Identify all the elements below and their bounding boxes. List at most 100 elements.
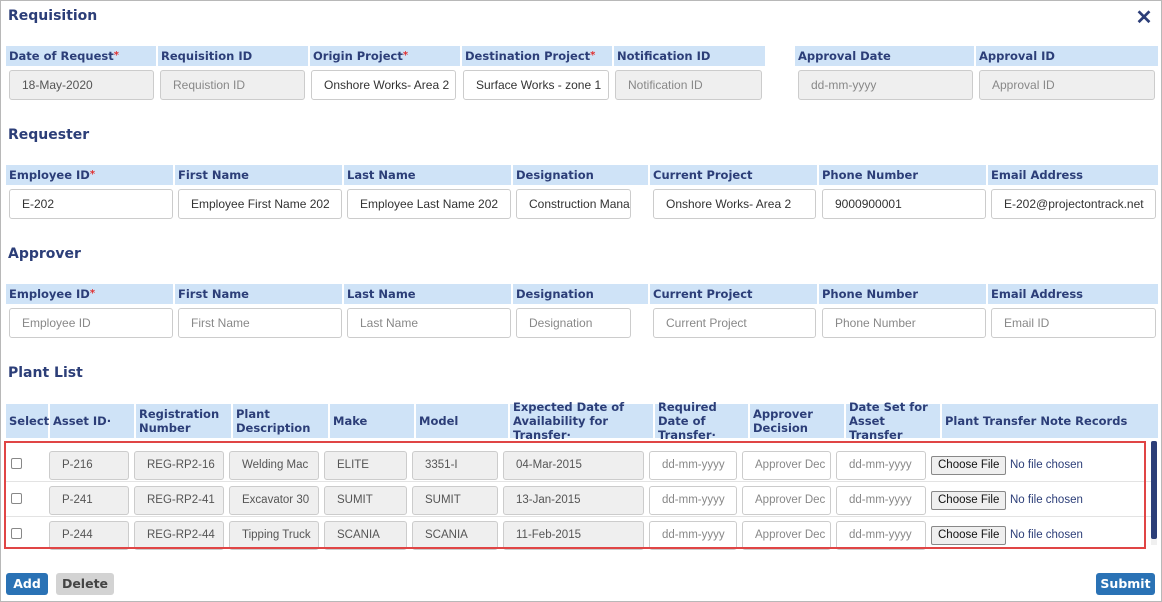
approver-header-current-project: Current Project bbox=[650, 284, 819, 304]
required-date-field[interactable]: dd-mm-yyyy bbox=[649, 486, 737, 515]
plant-description-field[interactable]: Welding Mac bbox=[229, 451, 319, 480]
plant-list-section-title: Plant List bbox=[8, 365, 83, 381]
plant-header-approver-decision: Approver Decision bbox=[750, 404, 846, 438]
model-field[interactable]: SCANIA bbox=[412, 521, 498, 550]
approver-current-project-field[interactable]: Current Project bbox=[653, 308, 816, 338]
approver-last-name-field[interactable]: Last Name bbox=[347, 308, 511, 338]
date-set-field[interactable]: dd-mm-yyyy bbox=[836, 521, 926, 550]
plant-list-header-row: Select Asset ID· Registration Number Pla… bbox=[6, 400, 1158, 442]
requisition-section-title: Requisition bbox=[8, 8, 98, 24]
row-select-checkbox[interactable] bbox=[11, 458, 22, 469]
header-date-of-request: Date of Request* bbox=[6, 46, 158, 66]
file-status-label: No file chosen bbox=[1010, 459, 1083, 471]
header-destination-project: Destination Project* bbox=[462, 46, 614, 66]
close-icon[interactable]: ✕ bbox=[1135, 8, 1153, 28]
approver-header-row: Employee ID* First Name Last Name Design… bbox=[6, 284, 1158, 304]
model-field[interactable]: 3351-I bbox=[412, 451, 498, 480]
requester-email-field[interactable]: E-202@projectontrack.net bbox=[991, 189, 1156, 219]
destination-project-field[interactable]: Surface Works - zone 1 bbox=[463, 70, 609, 100]
plant-description-field[interactable]: Tipping Truck bbox=[229, 521, 319, 550]
expected-date-field[interactable]: 11-Feb-2015 bbox=[503, 521, 644, 550]
plant-header-make: Make bbox=[330, 404, 416, 438]
submit-button[interactable]: Submit bbox=[1096, 573, 1155, 595]
header-approval-id: Approval ID bbox=[979, 49, 1055, 63]
requester-section-title: Requester bbox=[8, 127, 90, 143]
choose-file-button[interactable]: Choose File bbox=[931, 491, 1007, 510]
requester-current-project-field[interactable]: Onshore Works- Area 2 bbox=[653, 189, 816, 219]
asset-id-field[interactable]: P-216 bbox=[49, 451, 129, 480]
plant-header-select: Select bbox=[6, 404, 50, 438]
scrollbar-thumb[interactable] bbox=[1151, 441, 1157, 539]
header-origin-project: Origin Project* bbox=[310, 46, 462, 66]
approver-employee-id-field[interactable]: Employee ID bbox=[9, 308, 173, 338]
approver-header-designation: Designation bbox=[513, 284, 650, 304]
requester-last-name-field[interactable]: Employee Last Name 202 bbox=[347, 189, 511, 219]
choose-file-button[interactable]: Choose File bbox=[931, 526, 1007, 545]
required-date-field[interactable]: dd-mm-yyyy bbox=[649, 521, 737, 550]
registration-number-field[interactable]: REG-RP2-44 bbox=[134, 521, 224, 550]
plant-header-transfer-note-records: Plant Transfer Note Records bbox=[945, 414, 1128, 428]
requester-header-employee-id: Employee ID* bbox=[6, 165, 175, 185]
requester-employee-id-field[interactable]: E-202 bbox=[9, 189, 173, 219]
approver-decision-field[interactable]: Approver Dec bbox=[742, 486, 831, 515]
choose-file-button[interactable]: Choose File bbox=[931, 456, 1007, 475]
date-set-field[interactable]: dd-mm-yyyy bbox=[836, 451, 926, 480]
make-field[interactable]: ELITE bbox=[324, 451, 407, 480]
requester-header-designation: Designation bbox=[513, 165, 650, 185]
approver-designation-field[interactable]: Designation bbox=[516, 308, 631, 338]
expected-date-field[interactable]: 13-Jan-2015 bbox=[503, 486, 644, 515]
plant-header-registration-number: Registration Number bbox=[136, 404, 233, 438]
requester-first-name-field[interactable]: Employee First Name 202 bbox=[178, 189, 342, 219]
plant-description-field[interactable]: Excavator 30 bbox=[229, 486, 319, 515]
requester-header-email-address: Email Address bbox=[991, 168, 1084, 182]
requester-header-last-name: Last Name bbox=[344, 165, 513, 185]
approver-decision-field[interactable]: Approver Dec bbox=[742, 451, 831, 480]
row-select-checkbox[interactable] bbox=[11, 528, 22, 539]
make-field[interactable]: SCANIA bbox=[324, 521, 407, 550]
requester-header-row: Employee ID* First Name Last Name Design… bbox=[6, 165, 1158, 185]
approver-header-email-address: Email Address bbox=[991, 287, 1084, 301]
approver-email-field[interactable]: Email ID bbox=[991, 308, 1156, 338]
notification-id-field[interactable]: Notification ID bbox=[615, 70, 762, 100]
requester-header-current-project: Current Project bbox=[650, 165, 819, 185]
approver-header-employee-id: Employee ID* bbox=[6, 284, 175, 304]
expected-date-field[interactable]: 04-Mar-2015 bbox=[503, 451, 644, 480]
asset-id-field[interactable]: P-244 bbox=[49, 521, 129, 550]
file-status-label: No file chosen bbox=[1010, 529, 1083, 541]
plant-header-asset-id: Asset ID· bbox=[50, 404, 136, 438]
approver-header-last-name: Last Name bbox=[344, 284, 513, 304]
registration-number-field[interactable]: REG-RP2-16 bbox=[134, 451, 224, 480]
approver-decision-field[interactable]: Approver Dec bbox=[742, 521, 831, 550]
row-select-checkbox[interactable] bbox=[11, 493, 22, 504]
header-approval-date: Approval Date bbox=[795, 46, 976, 66]
approval-header-row: Approval Date Approval ID bbox=[795, 46, 1158, 66]
requisition-modal: Requisition ✕ Date of Request* Requisiti… bbox=[0, 0, 1162, 602]
approval-date-field[interactable]: dd-mm-yyyy bbox=[798, 70, 973, 100]
plant-header-plant-description: Plant Description bbox=[233, 404, 330, 438]
asset-id-field[interactable]: P-241 bbox=[49, 486, 129, 515]
plant-header-required-date: Required Date of Transfer· bbox=[655, 400, 750, 442]
origin-project-field[interactable]: Onshore Works- Area 2 bbox=[311, 70, 456, 100]
add-button[interactable]: Add bbox=[6, 573, 48, 595]
plant-header-expected-date: Expected Date of Availability for Transf… bbox=[510, 400, 655, 442]
requisition-id-field[interactable]: Requistion ID bbox=[160, 70, 305, 100]
approver-header-first-name: First Name bbox=[175, 284, 344, 304]
make-field[interactable]: SUMIT bbox=[324, 486, 407, 515]
date-of-request-field[interactable]: 18-May-2020 bbox=[9, 70, 154, 100]
model-field[interactable]: SUMIT bbox=[412, 486, 498, 515]
date-set-field[interactable]: dd-mm-yyyy bbox=[836, 486, 926, 515]
approver-phone-number-field[interactable]: Phone Number bbox=[822, 308, 986, 338]
plant-list-scrollbar[interactable] bbox=[1151, 441, 1157, 545]
requisition-header-row: Date of Request* Requisition ID Origin P… bbox=[6, 46, 765, 66]
header-requisition-id: Requisition ID bbox=[158, 46, 310, 66]
requester-designation-field[interactable]: Construction Mana bbox=[516, 189, 631, 219]
approver-section-title: Approver bbox=[8, 246, 81, 262]
delete-button[interactable]: Delete bbox=[56, 573, 114, 595]
requester-phone-number-field[interactable]: 9000900001 bbox=[822, 189, 986, 219]
registration-number-field[interactable]: REG-RP2-41 bbox=[134, 486, 224, 515]
approver-header-phone-number: Phone Number bbox=[819, 284, 988, 304]
approval-id-field[interactable]: Approval ID bbox=[979, 70, 1155, 100]
required-date-field[interactable]: dd-mm-yyyy bbox=[649, 451, 737, 480]
approver-first-name-field[interactable]: First Name bbox=[178, 308, 342, 338]
plant-header-model: Model bbox=[416, 404, 510, 438]
